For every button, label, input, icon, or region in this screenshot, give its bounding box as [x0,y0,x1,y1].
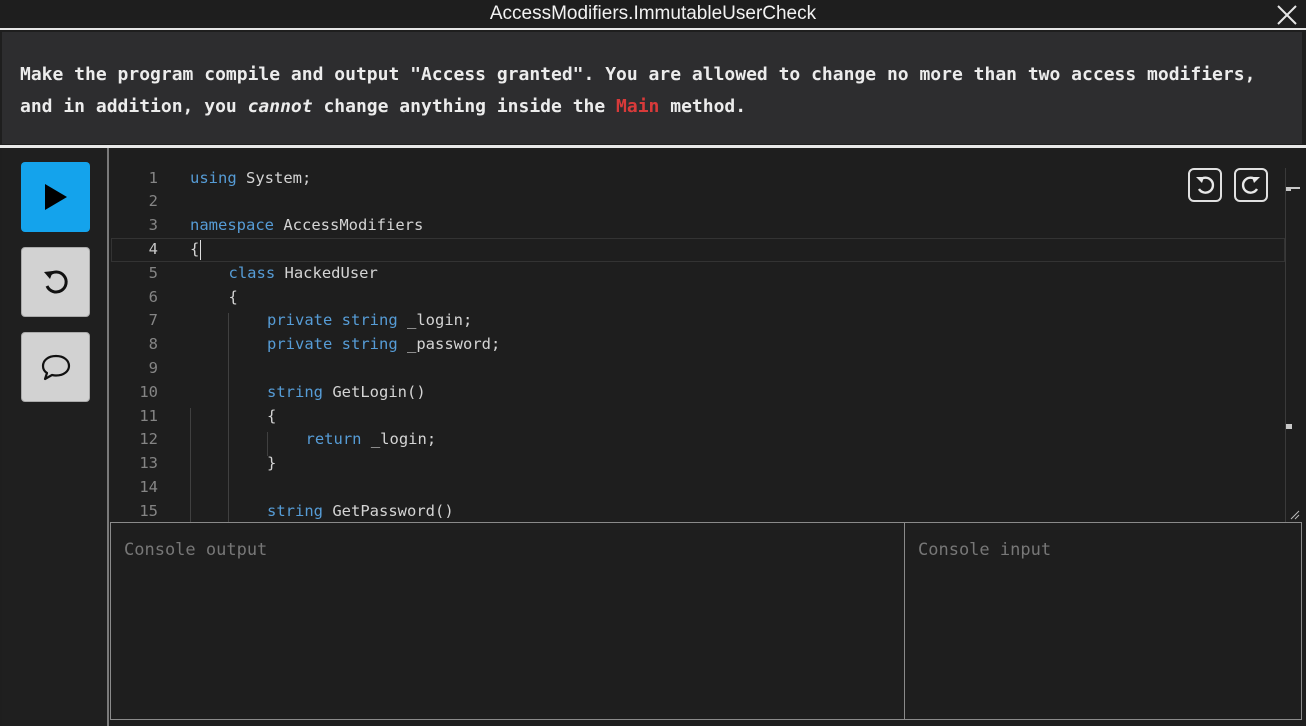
play-icon [44,184,67,210]
code-text: class HackedUser [229,262,378,286]
redo-icon [1241,176,1260,194]
redo-button[interactable] [1234,168,1268,202]
task-emphasis: cannot [247,96,313,117]
code-line[interactable]: 3 namespace AccessModifiers [111,214,1285,238]
window-title: AccessModifiers.ImmutableUserCheck [489,3,817,24]
code-line[interactable]: 4{ [111,238,1285,262]
line-number: 15 [139,501,158,520]
code-line[interactable]: 6{ [111,286,1285,310]
run-button[interactable] [21,162,90,232]
indent-guide [190,408,191,522]
resize-grip-icon[interactable] [1290,510,1300,520]
code-token: _login; [361,430,437,449]
code-line[interactable]: 14 [111,476,1285,500]
code-keyword: private [267,311,333,330]
code-line[interactable]: 8 private string _password; [111,333,1285,357]
code-text: { [229,286,238,310]
line-number: 4 [148,239,158,258]
code-token: System; [236,168,312,187]
code-token: GetLogin() [323,382,426,401]
scroll-marker [1286,187,1291,191]
line-number: 8 [148,335,158,354]
code-text: return _login; [306,428,437,452]
code-text: { [267,405,276,429]
console-input-placeholder: Console input [918,540,1052,560]
code-text: private string _password; [267,333,500,357]
line-number: 14 [139,477,158,496]
code-keyword: return [305,430,362,449]
code-token: { [190,239,200,258]
code-keyword: string [267,501,323,520]
line-number: 12 [139,430,158,449]
line-number: 10 [139,382,158,401]
code-keyword: using [190,168,237,187]
line-number: 5 [148,263,158,282]
chat-bubble-icon [41,354,70,381]
task-keyword: Main [616,96,660,117]
console-output-placeholder: Console output [124,540,268,560]
code-line[interactable]: 10 string GetLogin() [111,381,1285,405]
scroll-marker [1286,424,1292,429]
undo-icon [1196,176,1215,194]
line-number: 7 [148,311,158,330]
text-cursor [200,240,201,260]
reset-code-button[interactable] [21,247,90,317]
code-keyword: string [341,311,398,330]
code-line[interactable]: 12 return _login; [111,428,1285,452]
code-line[interactable]: 11 { [111,405,1285,429]
code-line[interactable]: 13} [111,452,1285,476]
indent-guide [228,313,229,522]
hint-chat-button[interactable] [21,332,90,402]
code-token: { [267,406,277,425]
indent-guide [267,432,268,456]
code-line[interactable]: 15 string GetPassword() [111,500,1285,522]
console-output[interactable]: Console output [110,522,905,720]
close-icon [1277,5,1297,25]
task-description: Make the program compile and output "Acc… [2,32,1302,144]
code-line[interactable]: 1 using System; [111,167,1285,191]
code-text: namespace AccessModifiers [190,214,423,238]
code-token: } [267,454,277,473]
line-number: 11 [139,406,158,425]
code-token: { [228,287,238,306]
code-token: _password; [397,335,501,354]
sidebar [2,148,109,726]
code-text: string GetPassword() [267,500,454,522]
code-editor[interactable]: 1 using System; 2 3 namespace AccessModifier… [111,148,1302,522]
code-keyword: string [341,335,398,354]
line-number: 1 [148,168,158,187]
reset-icon [43,270,68,294]
console-input[interactable]: Console input [904,522,1302,720]
editor-scrollbar[interactable] [1285,168,1301,522]
code-line[interactable]: 5 class HackedUser [111,262,1285,286]
code-token: AccessModifiers [274,216,424,235]
undo-button[interactable] [1188,168,1222,202]
code-keyword: class [228,263,276,282]
task-text-3: method. [659,96,747,117]
code-line[interactable]: 7 private string _login; [111,309,1285,333]
line-number: 2 [148,192,158,211]
code-text: { [190,238,199,262]
line-number: 3 [148,216,158,235]
code-token: GetPassword() [323,501,454,520]
close-button[interactable] [1274,2,1300,28]
code-token: _login; [397,311,473,330]
code-text: string GetLogin() [267,381,426,405]
code-keyword: namespace [190,216,274,235]
code-line[interactable]: 9 [111,357,1285,381]
title-bar: AccessModifiers.ImmutableUserCheck [0,0,1306,30]
code-line[interactable]: 2 [111,190,1285,214]
code-keyword: string [267,382,323,401]
line-number: 9 [148,358,158,377]
code-keyword: private [267,335,333,354]
code-text: using System; [190,167,311,191]
line-number: 13 [139,454,158,473]
line-number: 6 [148,287,158,306]
task-text-2: change anything inside the [312,96,617,117]
code-token: HackedUser [275,263,378,282]
code-text: private string _login; [267,309,472,333]
code-text: } [267,452,276,476]
